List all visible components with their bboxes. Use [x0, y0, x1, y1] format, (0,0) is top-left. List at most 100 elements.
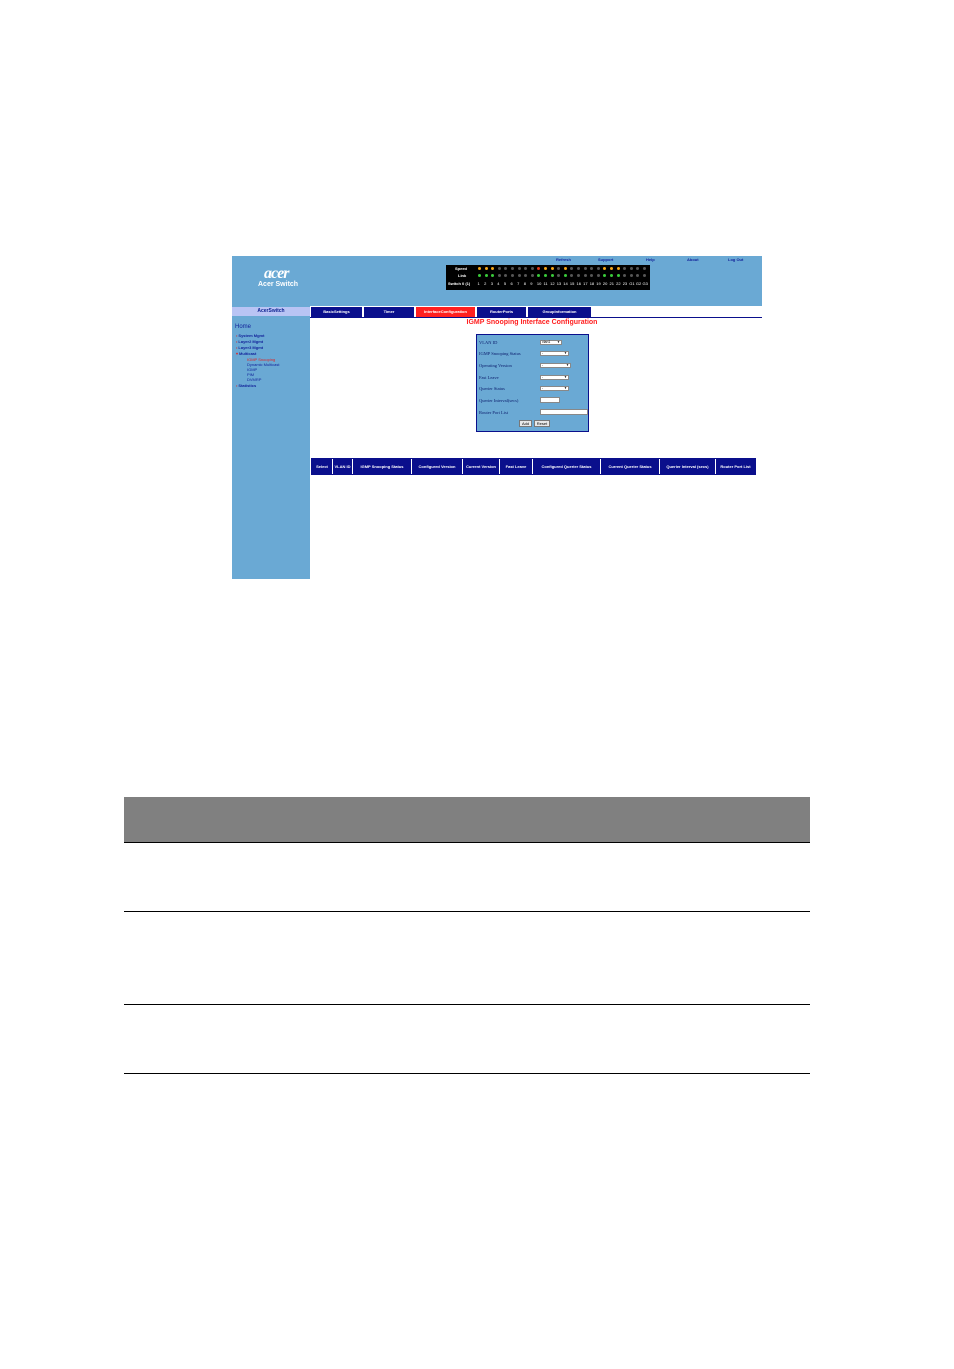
speed-led-icon: [577, 267, 580, 270]
operating-version-label: Operating Version: [479, 363, 512, 368]
operating-version-select[interactable]: - ▼: [540, 363, 571, 368]
port-number: G2: [635, 281, 642, 286]
port-number: 20: [602, 281, 608, 286]
querier-interval-label: Querier Interval(secs): [479, 398, 519, 403]
port-number: 8: [523, 281, 526, 286]
chevron-down-icon: ▼: [557, 340, 560, 344]
link-led-icon: [550, 274, 554, 277]
chevron-down-icon: ▼: [564, 351, 567, 355]
tab-timer[interactable]: Timer: [364, 307, 414, 317]
chevron-down-icon: ▼: [564, 375, 567, 379]
querier-status-select[interactable]: - ▼: [540, 386, 569, 391]
vlan-id-select[interactable]: vlan1 ▼: [540, 340, 562, 345]
igmp-snooping-status-label: IGMP Snooping Status: [479, 351, 521, 356]
sidebar-home-link[interactable]: Home: [235, 324, 251, 330]
top-links: Refresh Support Help About Log Out: [550, 257, 762, 265]
speed-led-icon: [596, 267, 600, 270]
speed-led-icon: [563, 267, 567, 270]
select-value: -: [542, 351, 544, 355]
speed-led-icon: [511, 267, 514, 270]
link-led-icon: [583, 274, 587, 277]
querier-interval-input[interactable]: [540, 397, 560, 403]
link-label: Link: [458, 273, 467, 278]
sidebar-item-layer3-mgmt[interactable]: •Layer3 Mgmt: [236, 345, 263, 350]
link-led-icon: [563, 274, 567, 277]
sidebar-item-multicast[interactable]: ▾Multicast: [236, 351, 256, 356]
reset-button[interactable]: Reset: [534, 420, 550, 427]
table-row-divider: [124, 1073, 810, 1074]
speed-led-icon: [603, 267, 607, 270]
column-header-igmp-snooping-status: IGMP Snooping Status: [353, 459, 412, 474]
port-number: 16: [576, 281, 581, 286]
help-link[interactable]: Help: [646, 257, 655, 262]
tab-router-ports[interactable]: RouterPorts: [477, 307, 526, 317]
speed-led-icon: [570, 267, 574, 270]
switch-web-ui-screenshot: acer Acer Switch Refresh Support Help Ab…: [232, 256, 762, 579]
port-number: G3: [642, 281, 648, 286]
refresh-link[interactable]: Refresh: [556, 257, 571, 262]
sidebar-item-statistics[interactable]: •Statistics: [236, 383, 256, 388]
column-header-current-version: Current Version: [463, 459, 500, 474]
select-value: -: [542, 363, 544, 367]
sidebar-item-label: System Mgmt: [238, 333, 265, 338]
sidebar-item-label: Statistics: [238, 383, 257, 388]
link-led-icon: [636, 274, 640, 277]
port-number: 4: [497, 281, 500, 286]
support-link[interactable]: Support: [598, 257, 613, 262]
speed-led-icon: [478, 267, 481, 270]
speed-led-icon: [590, 267, 594, 270]
router-port-list-input[interactable]: [540, 409, 588, 415]
sidebar-sub-dvmrp[interactable]: DVMRP: [247, 377, 261, 382]
tab-basic-settings[interactable]: BasicSettings: [311, 307, 362, 317]
link-led-icon: [497, 274, 501, 277]
speed-led-icon: [530, 267, 534, 270]
speed-led-icon: [636, 267, 640, 270]
port-number: 21: [609, 281, 614, 286]
link-led-icon: [537, 274, 541, 277]
interface-config-form: VLAN ID vlan1 ▼ IGMP Snooping Status - ▼ O…: [476, 334, 589, 432]
router-port-list-label: Router Port List: [479, 410, 508, 415]
igmp-snooping-status-select[interactable]: - ▼: [540, 351, 569, 356]
logout-link[interactable]: Log Out: [728, 257, 743, 262]
table-row-divider: [124, 842, 810, 843]
table-header-row: [124, 797, 810, 842]
port-number: 7: [517, 281, 520, 286]
column-header-vlan-id: VLAN ID: [333, 459, 353, 474]
speed-led-icon: [504, 267, 508, 270]
link-led-icon: [603, 274, 607, 277]
speed-led-icon: [484, 267, 488, 270]
sidebar-item-label: Layer3 Mgmt: [238, 345, 264, 350]
interface-results-table-header: Select VLAN ID IGMP Snooping Status Conf…: [311, 458, 756, 475]
speed-led-icon: [497, 267, 501, 270]
port-number: G1: [629, 281, 635, 286]
speed-led-icon: [623, 267, 627, 270]
chevron-down-icon: ▼: [564, 386, 567, 390]
tab-interface-configuration[interactable]: InterfaceConfiguration: [416, 307, 475, 317]
column-header-configured-version: Configured Version: [412, 459, 463, 474]
sidebar-item-system-mgmt[interactable]: •System Mgmt: [236, 333, 264, 338]
page-title: IGMP Snooping Interface Configuration: [466, 319, 598, 326]
link-led-icon: [544, 274, 547, 277]
link-led-icon: [629, 274, 633, 277]
tab-group-information[interactable]: GroupInformation: [528, 307, 591, 317]
port-number: 23: [622, 281, 628, 286]
sidebar-item-layer2-mgmt[interactable]: •Layer2 Mgmt: [236, 339, 263, 344]
link-led-icon: [577, 274, 580, 277]
link-led-icon: [616, 274, 620, 277]
table-row-divider: [124, 911, 810, 912]
link-led-icon: [517, 274, 521, 277]
port-number: 19: [596, 281, 601, 286]
link-led-icon: [491, 274, 495, 277]
port-number: 3: [490, 281, 493, 286]
speed-led-icon: [544, 267, 547, 270]
select-value: -: [542, 386, 544, 390]
about-link[interactable]: About: [687, 257, 699, 262]
port-number: 10: [536, 281, 542, 286]
port-number: 22: [616, 281, 621, 286]
speed-led-icon: [557, 267, 561, 270]
speed-led-icon: [643, 267, 646, 270]
add-button[interactable]: Add: [519, 420, 532, 427]
vlan-id-label: VLAN ID: [479, 340, 498, 345]
link-led-icon: [484, 274, 488, 277]
fast-leave-select[interactable]: - ▼: [540, 375, 569, 380]
